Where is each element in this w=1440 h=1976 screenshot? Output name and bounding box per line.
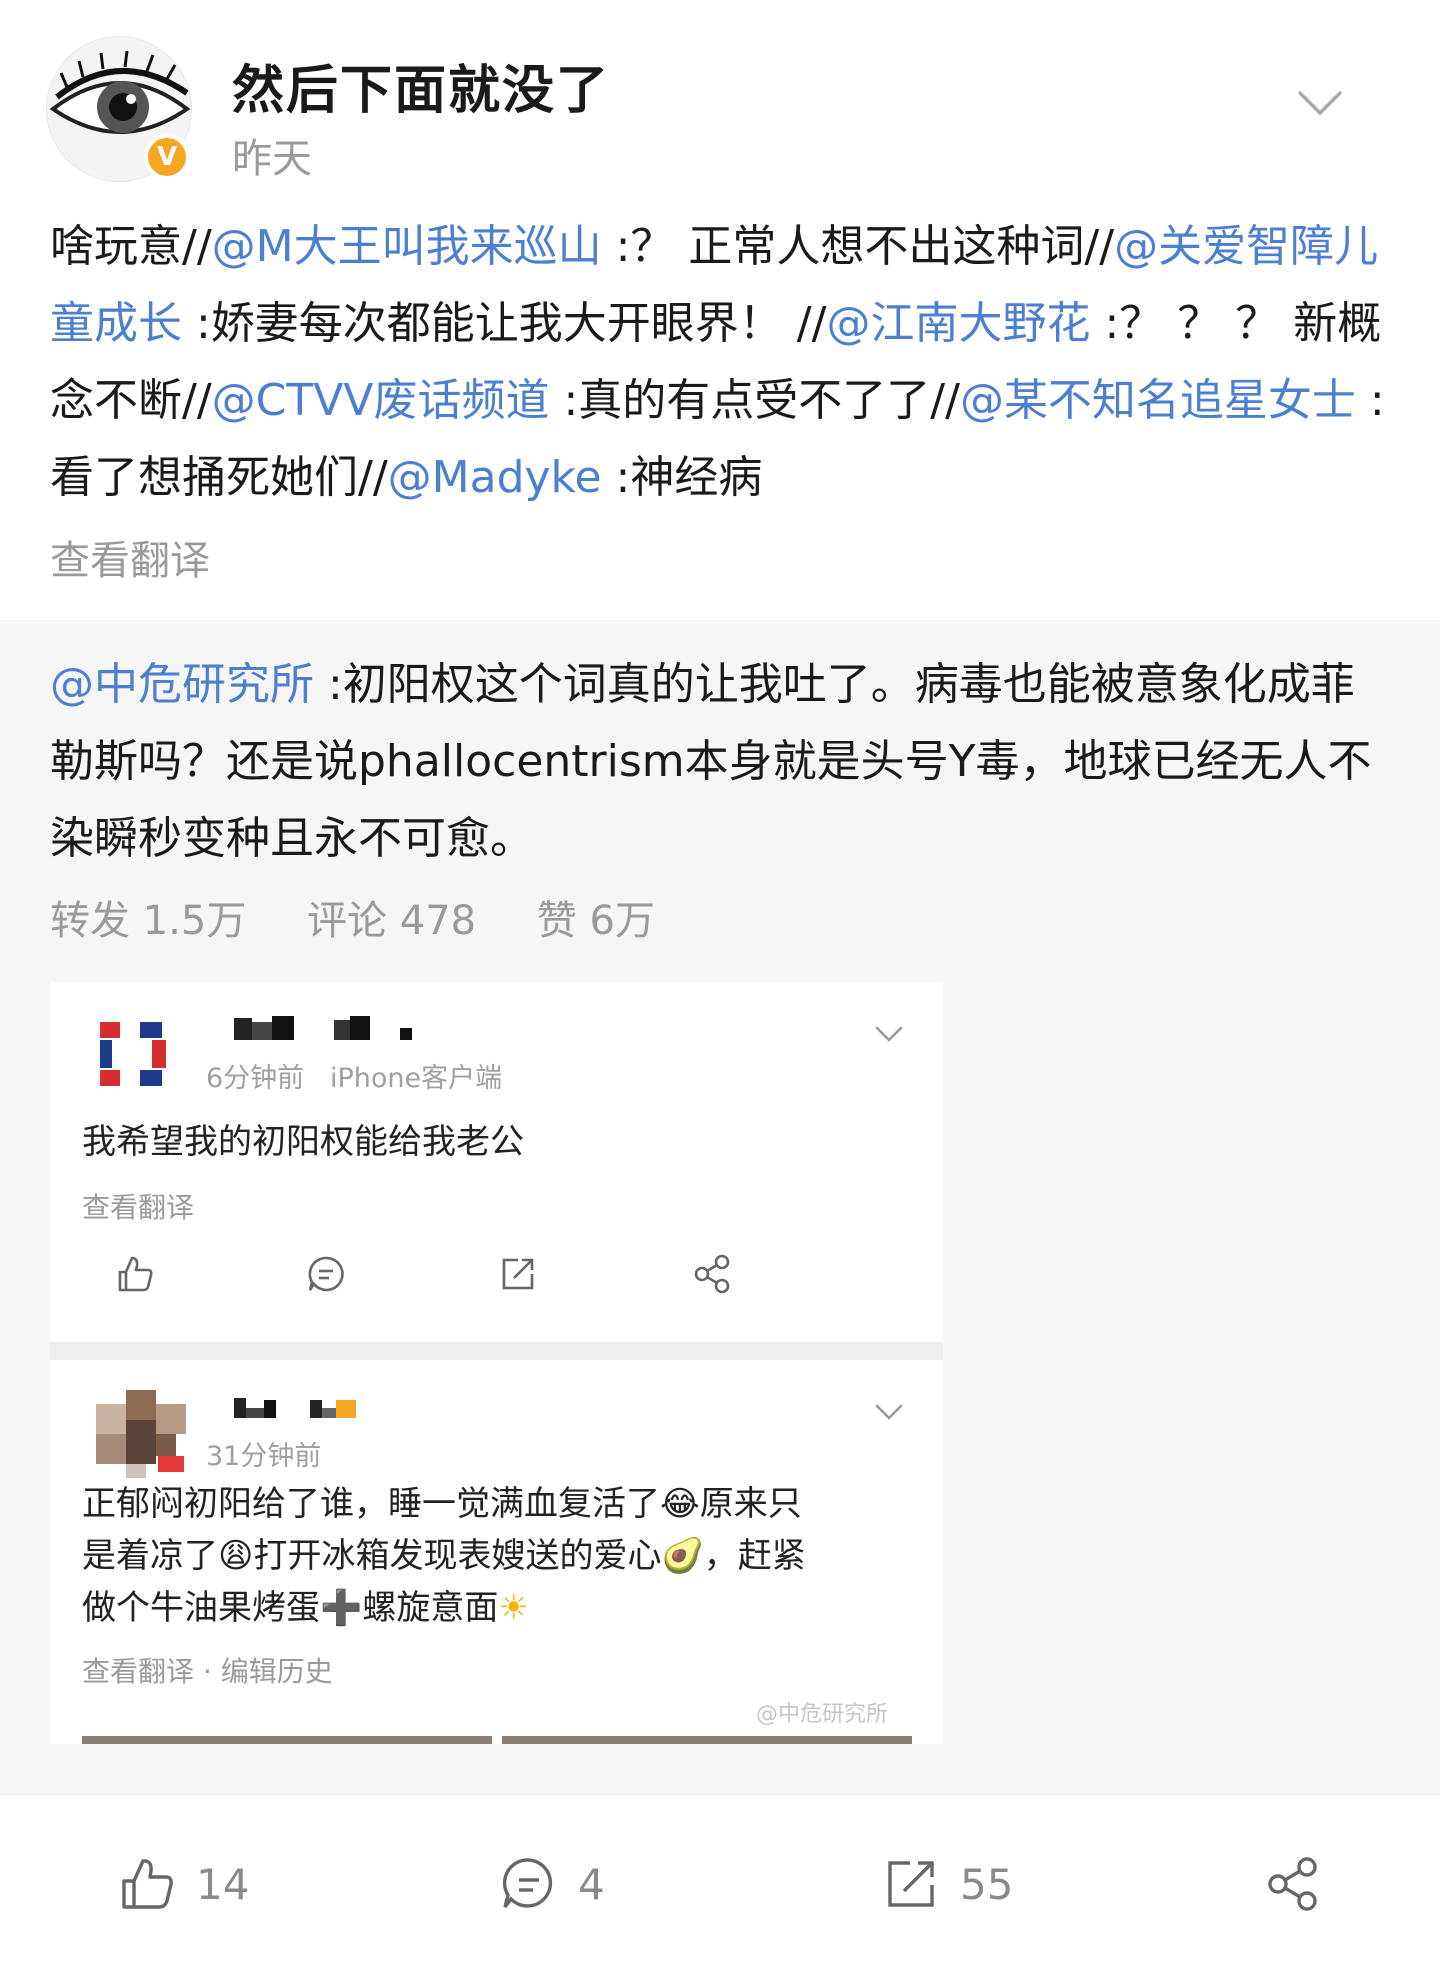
- card2-text-part: 螺旋意面: [362, 1588, 499, 1628]
- repost-body: @中危研究所 :初阳权这个词真的让我吐了。病毒也能被意象化成菲勒斯吗？还是说ph…: [50, 646, 1390, 877]
- translate-link[interactable]: 查看翻译: [50, 528, 210, 586]
- brand-logo-icon: [100, 1022, 166, 1086]
- repost-icon: [888, 1861, 934, 1907]
- card2-text-part: 是着凉了: [82, 1536, 218, 1576]
- screenshot-card-1: 6分钟前 iPhone客户端 我希望我的初阳权能给我老公 查看翻译: [50, 982, 943, 1342]
- watermark: @中危研究所: [756, 1702, 889, 1727]
- post-text-segment: :？ 正常人想不出这种词//: [601, 221, 1115, 272]
- comment-icon[interactable]: [304, 1252, 348, 1296]
- card2-text-part: 原来只: [699, 1484, 802, 1524]
- share-icon: [1268, 1857, 1317, 1911]
- chevron-down-icon[interactable]: [1296, 88, 1344, 118]
- like-button[interactable]: 14: [116, 1849, 249, 1919]
- card1-translate[interactable]: 查看翻译: [82, 1186, 194, 1226]
- card2-text: 正郁闷初阳给了谁，睡一觉满血复活了😂原来只 是着凉了😩打开冰箱发现表嫂送的爱心🥑…: [82, 1478, 922, 1634]
- card2-text-part: 做个牛油果烤蛋: [82, 1588, 320, 1628]
- post-text-segment: :神经病: [601, 452, 763, 503]
- pixelated-username: [234, 1398, 356, 1418]
- mention-link[interactable]: @M大王叫我来巡山: [212, 221, 602, 272]
- card1-client: iPhone客户端: [329, 1063, 503, 1094]
- chevron-down-icon[interactable]: [874, 1024, 904, 1044]
- laughing-emoji-icon: 😂: [660, 1484, 700, 1524]
- repost-stats: 转发 1.5万 评论 478 赞 6万: [50, 888, 703, 946]
- mention-link[interactable]: @CTVV废话频道: [212, 375, 550, 426]
- post-body: 啥玩意//@M大王叫我来巡山 :？ 正常人想不出这种词//@关爱智障儿童成长 :…: [50, 208, 1400, 516]
- forward-count: 转发 1.5万: [50, 898, 247, 944]
- card2-text-part: 打开冰箱发现表嫂送的爱心: [253, 1536, 662, 1576]
- post-text-segment: :真的有点受不了了//: [549, 375, 960, 426]
- card1-meta: 6分钟前 iPhone客户端: [206, 1056, 502, 1095]
- author-name[interactable]: 然后下面就没了: [232, 48, 610, 123]
- mention-link[interactable]: @某不知名追星女士: [960, 375, 1356, 426]
- repost-icon[interactable]: [496, 1252, 540, 1296]
- mention-link[interactable]: @Madyke: [388, 452, 602, 503]
- comment-icon: [502, 1858, 553, 1909]
- thumbs-up-icon[interactable]: [112, 1252, 156, 1296]
- image-thumbnail-strip: [82, 1736, 492, 1744]
- like-count: 14: [196, 1859, 250, 1909]
- sun-emoji-icon: ☀: [498, 1588, 529, 1628]
- screenshot-card-2: 31分钟前 正郁闷初阳给了谁，睡一觉满血复活了😂原来只 是着凉了😩打开冰箱发现表…: [50, 1360, 943, 1744]
- pixelated-username: [234, 1016, 412, 1040]
- comment-button[interactable]: 4: [498, 1849, 605, 1919]
- weibo-post: V 然后下面就没了 昨天 啥玩意//@M大王叫我来巡山 :？ 正常人想不出这种词…: [0, 0, 1440, 620]
- post-time: 昨天: [232, 136, 312, 182]
- reposted-post[interactable]: @中危研究所 :初阳权这个词真的让我吐了。病毒也能被意象化成菲勒斯吗？还是说ph…: [0, 620, 1440, 1794]
- repost-count: 55: [960, 1859, 1014, 1909]
- card1-time: 6分钟前: [206, 1063, 305, 1094]
- post-text-segment: :娇妻每次都能让我大开眼界！ //: [182, 298, 827, 349]
- sick-emoji-icon: 😩: [218, 1536, 254, 1576]
- comment-count: 评论 478: [307, 898, 477, 944]
- plus-emoji-icon: ➕: [320, 1588, 363, 1628]
- card2-footer[interactable]: 查看翻译 · 编辑历史: [82, 1650, 333, 1690]
- card2-text-part: 正郁闷初阳给了谁，睡一觉满血复活了: [82, 1484, 660, 1524]
- pixelated-avatar: [96, 1390, 186, 1480]
- card1-text: 我希望我的初阳权能给我老公: [82, 1122, 524, 1162]
- card2-text-part: ，赶紧: [703, 1536, 806, 1576]
- verified-badge: V: [144, 134, 190, 180]
- card2-time: 31分钟前: [206, 1441, 322, 1472]
- card-divider: [50, 1342, 943, 1360]
- share-icon[interactable]: [690, 1252, 734, 1296]
- post-text-segment: 啥玩意//: [50, 221, 212, 272]
- like-count: 赞 6万: [536, 898, 655, 944]
- mention-link[interactable]: @江南大野花: [826, 298, 1090, 349]
- thumbs-up-icon: [122, 1859, 173, 1909]
- comment-count: 4: [578, 1859, 605, 1909]
- chevron-down-icon[interactable]: [874, 1402, 904, 1422]
- repost-mention[interactable]: @中危研究所: [50, 659, 314, 710]
- repost-button[interactable]: 55: [880, 1849, 1013, 1919]
- bottom-action-bar: 14 4 55: [0, 1794, 1440, 1976]
- share-button[interactable]: [1262, 1849, 1324, 1919]
- card1-actions: [50, 1252, 943, 1312]
- image-thumbnail-strip: [502, 1736, 912, 1744]
- avocado-emoji-icon: 🥑: [661, 1536, 704, 1576]
